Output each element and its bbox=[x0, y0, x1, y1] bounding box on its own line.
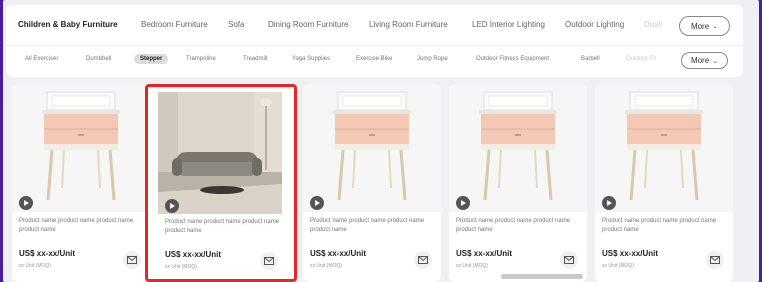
more-label: More bbox=[690, 56, 710, 65]
nightstand-image bbox=[479, 91, 557, 201]
envelope-icon bbox=[710, 256, 720, 264]
category-tab-sofa[interactable]: Sofa bbox=[228, 20, 244, 29]
sub-tab-barbell[interactable]: Barbell bbox=[581, 56, 600, 62]
sub-more-button[interactable]: More ⌄ bbox=[681, 52, 728, 69]
product-image-sofa[interactable] bbox=[158, 92, 282, 214]
product-moq: xx Unit (MOQ) bbox=[456, 263, 488, 269]
inquiry-mail-button[interactable] bbox=[123, 251, 141, 269]
product-name[interactable]: Product name product name product name p… bbox=[19, 217, 143, 235]
horizontal-scrollbar-thumb[interactable] bbox=[501, 274, 583, 279]
more-label: More bbox=[690, 21, 710, 31]
product-moq: xx Unit (MOQ) bbox=[602, 263, 634, 269]
product-price: US$ xx-xx/Unit bbox=[310, 249, 367, 258]
product-card-selected[interactable]: Product name product name product name p… bbox=[145, 84, 297, 282]
category-tab-faded[interactable]: Dush bbox=[644, 20, 663, 29]
video-play-icon[interactable] bbox=[19, 196, 33, 210]
sofa-image bbox=[158, 92, 282, 214]
product-moq: xx Unit (MOQ) bbox=[19, 263, 51, 269]
inquiry-mail-button[interactable] bbox=[706, 251, 724, 269]
sub-tab-faded[interactable]: Outdoor Fit bbox=[626, 56, 656, 62]
product-name[interactable]: Product name product name product name p… bbox=[456, 217, 580, 235]
sub-tab-jump-rope[interactable]: Jump Rope bbox=[417, 56, 448, 62]
envelope-icon bbox=[564, 256, 574, 264]
product-name[interactable]: Product name product name product name p… bbox=[310, 217, 434, 235]
product-card[interactable]: Product name product name product name p… bbox=[303, 84, 441, 282]
category-more-button[interactable]: More ⌄ bbox=[679, 16, 730, 36]
category-tab-dining-room-furniture[interactable]: Dining Room Furniture bbox=[268, 20, 348, 29]
inquiry-mail-button[interactable] bbox=[560, 251, 578, 269]
sub-tab-treadmill[interactable]: Treadmill bbox=[243, 56, 267, 62]
nightstand-image bbox=[625, 91, 703, 201]
product-price: US$ xx-xx/Unit bbox=[456, 249, 513, 258]
category-tab-bedroom-furniture[interactable]: Bedroom Furniture bbox=[141, 20, 208, 29]
product-price: US$ xx-xx/Unit bbox=[165, 250, 222, 259]
product-image-nightstand[interactable] bbox=[12, 84, 150, 212]
category-tab-outdoor-lighting[interactable]: Outdoor Lighting bbox=[565, 20, 624, 29]
product-name[interactable]: Product name product name product name p… bbox=[165, 218, 289, 236]
sub-tab-trampoline[interactable]: Trampoline bbox=[186, 56, 216, 62]
inquiry-mail-button[interactable] bbox=[414, 251, 432, 269]
sub-category-tabs: All Exerciser Dumbbell Stepper Trampolin… bbox=[6, 52, 743, 73]
product-name[interactable]: Product name product name product name p… bbox=[602, 217, 726, 235]
sub-tab-yoga-supplies[interactable]: Yoga Supplies bbox=[292, 56, 330, 62]
chevron-down-icon: ⌄ bbox=[712, 57, 719, 65]
chevron-down-icon: ⌄ bbox=[712, 23, 719, 30]
video-play-icon[interactable] bbox=[456, 196, 470, 210]
video-play-icon[interactable] bbox=[602, 196, 616, 210]
category-tab-living-room-furniture[interactable]: Living Room Furniture bbox=[369, 20, 448, 29]
product-price: US$ xx-xx/Unit bbox=[602, 249, 659, 258]
sub-tab-all-exerciser[interactable]: All Exerciser bbox=[25, 56, 58, 62]
product-card[interactable]: Product name product name product name p… bbox=[449, 84, 587, 282]
product-image-nightstand[interactable] bbox=[595, 84, 733, 212]
product-moq: xx Unit (MOQ) bbox=[165, 264, 197, 270]
product-moq: xx Unit (MOQ) bbox=[310, 263, 342, 269]
nightstand-image bbox=[42, 91, 120, 201]
sub-tab-exercise-bike[interactable]: Exercise Bike bbox=[356, 56, 392, 62]
product-grid: Product name product name product name p… bbox=[3, 84, 759, 282]
category-filter-bar: Children & Baby Furniture Bedroom Furnit… bbox=[6, 5, 743, 77]
divider bbox=[6, 45, 743, 46]
envelope-icon bbox=[418, 256, 428, 264]
page-frame: Children & Baby Furniture Bedroom Furnit… bbox=[3, 0, 759, 282]
envelope-icon bbox=[264, 257, 274, 265]
product-card[interactable]: Product name product name product name p… bbox=[12, 84, 150, 282]
category-tab-led-interior-lighting[interactable]: LED Interior Lighting bbox=[472, 20, 545, 29]
video-play-icon[interactable] bbox=[310, 196, 324, 210]
product-image-nightstand[interactable] bbox=[303, 84, 441, 212]
inquiry-mail-button[interactable] bbox=[260, 252, 278, 270]
product-card[interactable]: Product name product name product name p… bbox=[595, 84, 733, 282]
sub-tab-dumbbell[interactable]: Dumbbell bbox=[86, 56, 111, 62]
sub-tab-outdoor-fitness-equipment[interactable]: Outdoor Fitness Equipment bbox=[476, 56, 549, 62]
category-tab-children-baby-furniture[interactable]: Children & Baby Furniture bbox=[18, 20, 118, 29]
category-tabs: Children & Baby Furniture Bedroom Furnit… bbox=[6, 16, 743, 37]
envelope-icon bbox=[127, 256, 137, 264]
product-price: US$ xx-xx/Unit bbox=[19, 249, 76, 258]
product-image-nightstand[interactable] bbox=[449, 84, 587, 212]
sub-tab-stepper[interactable]: Stepper bbox=[134, 54, 169, 64]
video-play-icon[interactable] bbox=[165, 199, 179, 213]
nightstand-image bbox=[333, 91, 411, 201]
